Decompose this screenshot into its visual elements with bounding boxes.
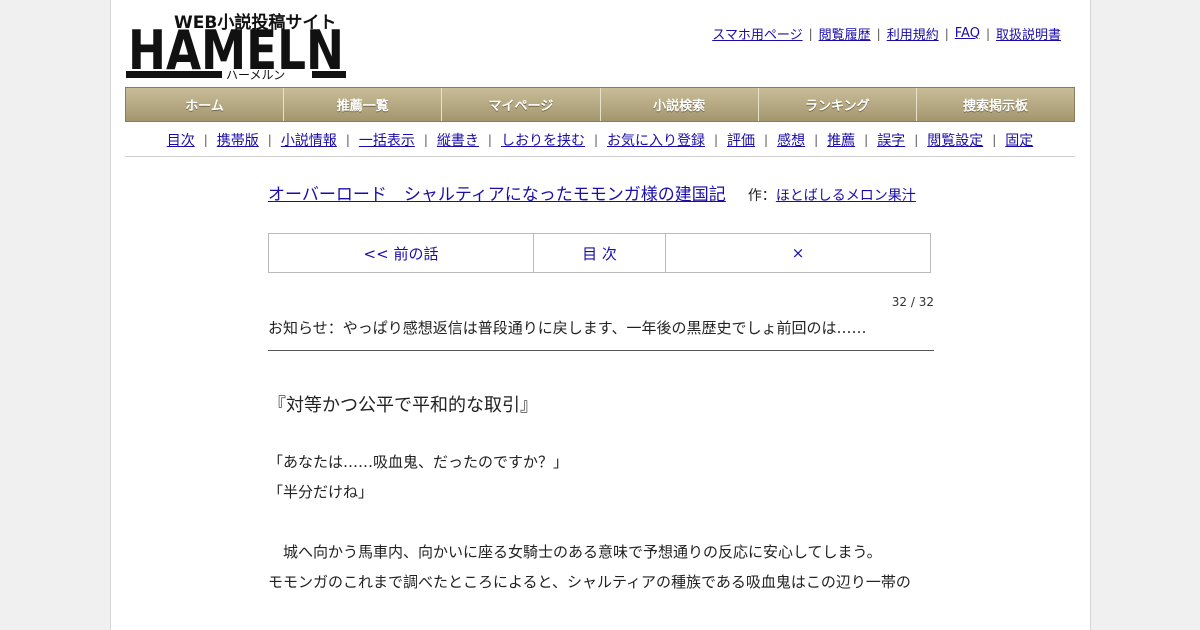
prev-chapter-button[interactable]: << 前の話 [269,234,534,272]
subnav-show-all[interactable]: 一括表示 [359,130,415,150]
next-chapter-button[interactable]: × [666,234,930,272]
subnav-recommend[interactable]: 推薦 [827,130,855,150]
top-links: スマホ用ページ | 閲覧履歴 | 利用規約 | FAQ | 取扱説明書 [712,24,1061,43]
novel-content: オーバーロード シャルティアになったモモンガ様の建国記 作：ほとばしるメロン果汁 … [268,180,934,597]
body-line: 「あなたは……吸血鬼、だったのですか？」 [268,453,569,471]
novel-title-link[interactable]: オーバーロード シャルティアになったモモンガ様の建国記 [268,185,726,205]
main-nav: ホーム 推薦一覧 マイページ 小説検索 ランキング 捜索掲示板 [125,87,1075,122]
logo-kana: ハーメルン [226,68,285,80]
subnav-vertical[interactable]: 縦書き [437,130,479,150]
subnav-rating[interactable]: 評価 [727,130,755,150]
author-label: 作： [747,188,776,204]
body-line: 「半分だけね」 [268,483,374,501]
author-notice: お知らせ：やっぱり感想返信は普段通りに戻します、一年後の黒歴史でしょ前回のは…… [268,317,934,351]
sub-nav: 目次 | 携帯版 | 小説情報 | 一括表示 | 縦書き | しおりを挟む | … [125,124,1075,157]
body-line: モモンガのこれまで調べたところによると、シャルティアの種族である吸血鬼はこの辺り… [268,573,911,591]
subnav-bookmark[interactable]: しおりを挟む [501,130,585,150]
link-terms[interactable]: 利用規約 [887,24,939,43]
link-faq[interactable]: FAQ [955,26,980,41]
author-link[interactable]: ほとばしるメロン果汁 [776,188,916,204]
nav-ranking[interactable]: ランキング [758,88,917,121]
subnav-toc[interactable]: 目次 [167,130,195,150]
chapter-body: 「あなたは……吸血鬼、だったのですか？」 「半分だけね」 城へ向かう馬車内、向か… [268,447,934,597]
subnav-review[interactable]: 感想 [777,130,805,150]
link-browsing-history[interactable]: 閲覧履歴 [819,24,871,43]
link-manual[interactable]: 取扱説明書 [996,24,1061,43]
toc-button[interactable]: 目 次 [534,234,666,272]
link-smartphone-page[interactable]: スマホ用ページ [712,24,802,43]
subnav-view-settings[interactable]: 閲覧設定 [927,130,983,150]
subnav-pin[interactable]: 固定 [1005,130,1033,150]
page: WEB小説投稿サイト HAMELN ハーメルン スマホ用ページ | 閲覧履歴 |… [110,0,1091,630]
title-line: オーバーロード シャルティアになったモモンガ様の建国記 作：ほとばしるメロン果汁 [268,180,934,211]
subnav-mobile[interactable]: 携帯版 [217,130,259,150]
subnav-typo[interactable]: 誤字 [877,130,905,150]
chapter-nav: << 前の話 目 次 × [268,233,931,273]
body-line [268,507,934,537]
chapter-title: 『対等かつ公平で平和的な取引』 [268,395,538,416]
hameln-logo[interactable]: WEB小説投稿サイト HAMELN ハーメルン [126,10,348,80]
nav-novel-search[interactable]: 小説検索 [600,88,759,121]
nav-mypage[interactable]: マイページ [442,88,601,121]
nav-recommendations[interactable]: 推薦一覧 [284,88,443,121]
subnav-novel-info[interactable]: 小説情報 [281,130,337,150]
page-counter: 32 / 32 [891,295,934,309]
body-line: 城へ向かう馬車内、向かいに座る女騎士のある意味で予想通りの反応に安心してしまう。 [268,543,882,561]
subnav-favorite[interactable]: お気に入り登録 [607,130,705,150]
nav-home[interactable]: ホーム [126,88,285,121]
nav-search-board[interactable]: 捜索掲示板 [916,88,1075,121]
